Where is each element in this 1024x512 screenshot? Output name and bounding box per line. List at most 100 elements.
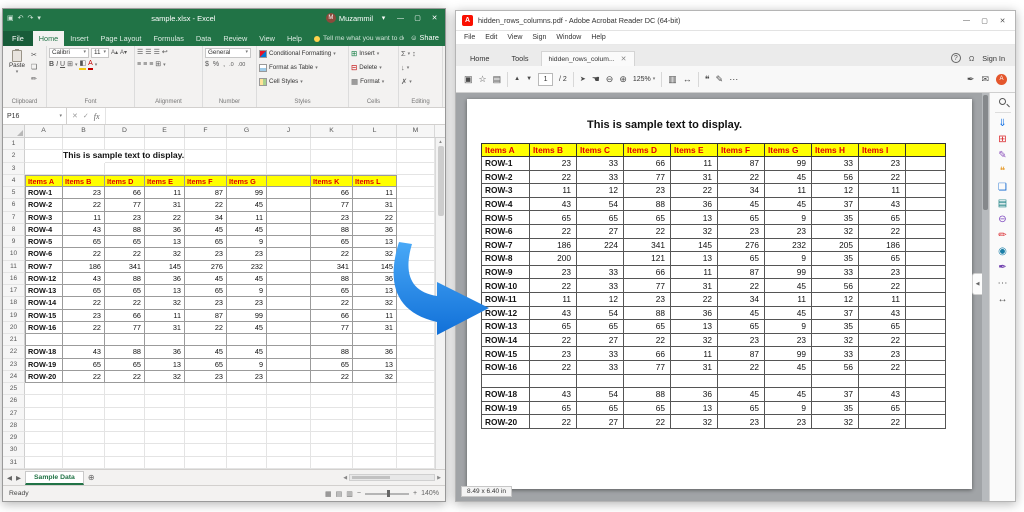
cell[interactable] xyxy=(105,457,145,469)
cell[interactable]: 13 xyxy=(353,359,397,371)
cell[interactable]: 23 xyxy=(185,297,227,309)
cell[interactable]: 45 xyxy=(227,224,267,236)
protect-icon[interactable]: ◉ xyxy=(998,247,1007,257)
menu-sign[interactable]: Sign xyxy=(532,34,546,41)
row-header-10[interactable]: 10 xyxy=(3,248,25,260)
cell[interactable]: 32 xyxy=(353,371,397,383)
close-button[interactable]: ✕ xyxy=(996,17,1009,25)
cell[interactable] xyxy=(185,150,227,162)
cell[interactable]: 36 xyxy=(145,224,185,236)
cell[interactable]: 341 xyxy=(311,261,353,273)
cell[interactable]: ROW-6 xyxy=(25,248,63,260)
undo-icon[interactable]: ↶ xyxy=(18,14,24,22)
cell[interactable] xyxy=(63,383,105,395)
cell[interactable]: 77 xyxy=(105,199,145,211)
cell[interactable] xyxy=(267,261,311,273)
new-sheet-icon[interactable]: ⊕ xyxy=(88,473,95,482)
cell[interactable]: 88 xyxy=(105,224,145,236)
cell[interactable] xyxy=(397,150,435,162)
menu-file[interactable]: File xyxy=(464,34,475,41)
row-header-8[interactable]: 8 xyxy=(3,224,25,236)
cell[interactable]: 99 xyxy=(227,310,267,322)
share-button[interactable]: ☺ Share xyxy=(404,33,445,46)
cell[interactable]: 65 xyxy=(105,285,145,297)
align-right-icon[interactable]: ≡ xyxy=(149,60,153,70)
cell[interactable]: 145 xyxy=(145,261,185,273)
cell[interactable] xyxy=(267,432,311,444)
sign-in-button[interactable]: Sign In xyxy=(982,54,1005,63)
autosum-button[interactable]: Σ▾ ↕ xyxy=(401,47,440,60)
row-header-4[interactable]: 4 xyxy=(3,175,25,187)
column-header-M[interactable]: M xyxy=(397,125,435,137)
format-cells-button[interactable]: ▦ Format▾ xyxy=(351,75,396,88)
cell[interactable]: 45 xyxy=(227,199,267,211)
cancel-icon[interactable]: ✕ xyxy=(72,112,78,120)
row-header-25[interactable]: 25 xyxy=(3,383,25,395)
row-header-19[interactable]: 19 xyxy=(3,310,25,322)
cell[interactable] xyxy=(25,383,63,395)
cell[interactable]: 23 xyxy=(63,310,105,322)
align-bottom-icon[interactable]: ☰ xyxy=(154,48,160,58)
percent-icon[interactable]: % xyxy=(213,60,219,70)
cell[interactable]: Items K xyxy=(311,175,353,187)
cell[interactable] xyxy=(105,432,145,444)
cell[interactable] xyxy=(63,457,105,469)
cell[interactable] xyxy=(25,334,63,346)
zoom-level-select[interactable]: 125%▾ xyxy=(633,76,655,83)
menu-view[interactable]: View xyxy=(507,34,522,41)
cell[interactable]: ROW-3 xyxy=(25,212,63,224)
cell[interactable] xyxy=(267,236,311,248)
cell[interactable]: Items F xyxy=(185,175,227,187)
column-header-A[interactable]: A xyxy=(25,125,63,137)
cell[interactable] xyxy=(63,432,105,444)
bold-button[interactable]: B xyxy=(49,60,54,70)
cell[interactable] xyxy=(397,457,435,469)
hscroll-thumb[interactable] xyxy=(352,476,390,479)
cell[interactable]: 23 xyxy=(185,248,227,260)
cell[interactable]: 66 xyxy=(105,310,145,322)
cell[interactable]: 77 xyxy=(105,322,145,334)
cell[interactable] xyxy=(267,383,311,395)
cell[interactable] xyxy=(227,138,267,150)
cell[interactable] xyxy=(311,334,353,346)
cell[interactable] xyxy=(185,457,227,469)
cell[interactable]: 65 xyxy=(63,236,105,248)
name-box[interactable]: P16▾ xyxy=(3,108,67,124)
hand-tool-icon[interactable]: ☚ xyxy=(592,75,600,84)
cell[interactable] xyxy=(267,395,311,407)
cell[interactable]: 11 xyxy=(63,212,105,224)
cell[interactable]: 22 xyxy=(105,248,145,260)
cell[interactable]: 43 xyxy=(63,346,105,358)
cell[interactable]: 13 xyxy=(145,285,185,297)
font-color-icon[interactable]: A xyxy=(88,60,93,70)
cell[interactable] xyxy=(145,420,185,432)
number-format-select[interactable]: General▾ xyxy=(205,48,251,58)
cell[interactable]: 22 xyxy=(63,199,105,211)
close-button[interactable]: ✕ xyxy=(428,14,441,22)
cell[interactable] xyxy=(397,163,435,175)
cell[interactable]: 11 xyxy=(145,187,185,199)
column-header-D[interactable]: D xyxy=(105,125,145,137)
cell[interactable]: Items B xyxy=(63,175,105,187)
cell[interactable] xyxy=(25,163,63,175)
cell[interactable] xyxy=(353,395,397,407)
cell[interactable] xyxy=(25,457,63,469)
cell[interactable] xyxy=(311,163,353,175)
cell[interactable] xyxy=(353,444,397,456)
cell[interactable] xyxy=(311,457,353,469)
cell[interactable] xyxy=(397,395,435,407)
cell[interactable] xyxy=(397,432,435,444)
cell[interactable] xyxy=(397,138,435,150)
cell[interactable]: ROW-16 xyxy=(25,322,63,334)
cell[interactable] xyxy=(25,444,63,456)
ribbon-tab-file[interactable]: File xyxy=(3,31,33,46)
cell[interactable]: 45 xyxy=(227,346,267,358)
cell[interactable]: ROW-15 xyxy=(25,310,63,322)
highlight-tool-icon[interactable]: ✎ xyxy=(716,75,724,84)
column-header-K[interactable]: K xyxy=(311,125,353,137)
cell[interactable]: 22 xyxy=(105,297,145,309)
sheet-nav-right-icon[interactable]: ▶ xyxy=(16,474,21,482)
cell[interactable]: Items A xyxy=(25,175,63,187)
cell[interactable] xyxy=(227,383,267,395)
cell[interactable] xyxy=(267,199,311,211)
